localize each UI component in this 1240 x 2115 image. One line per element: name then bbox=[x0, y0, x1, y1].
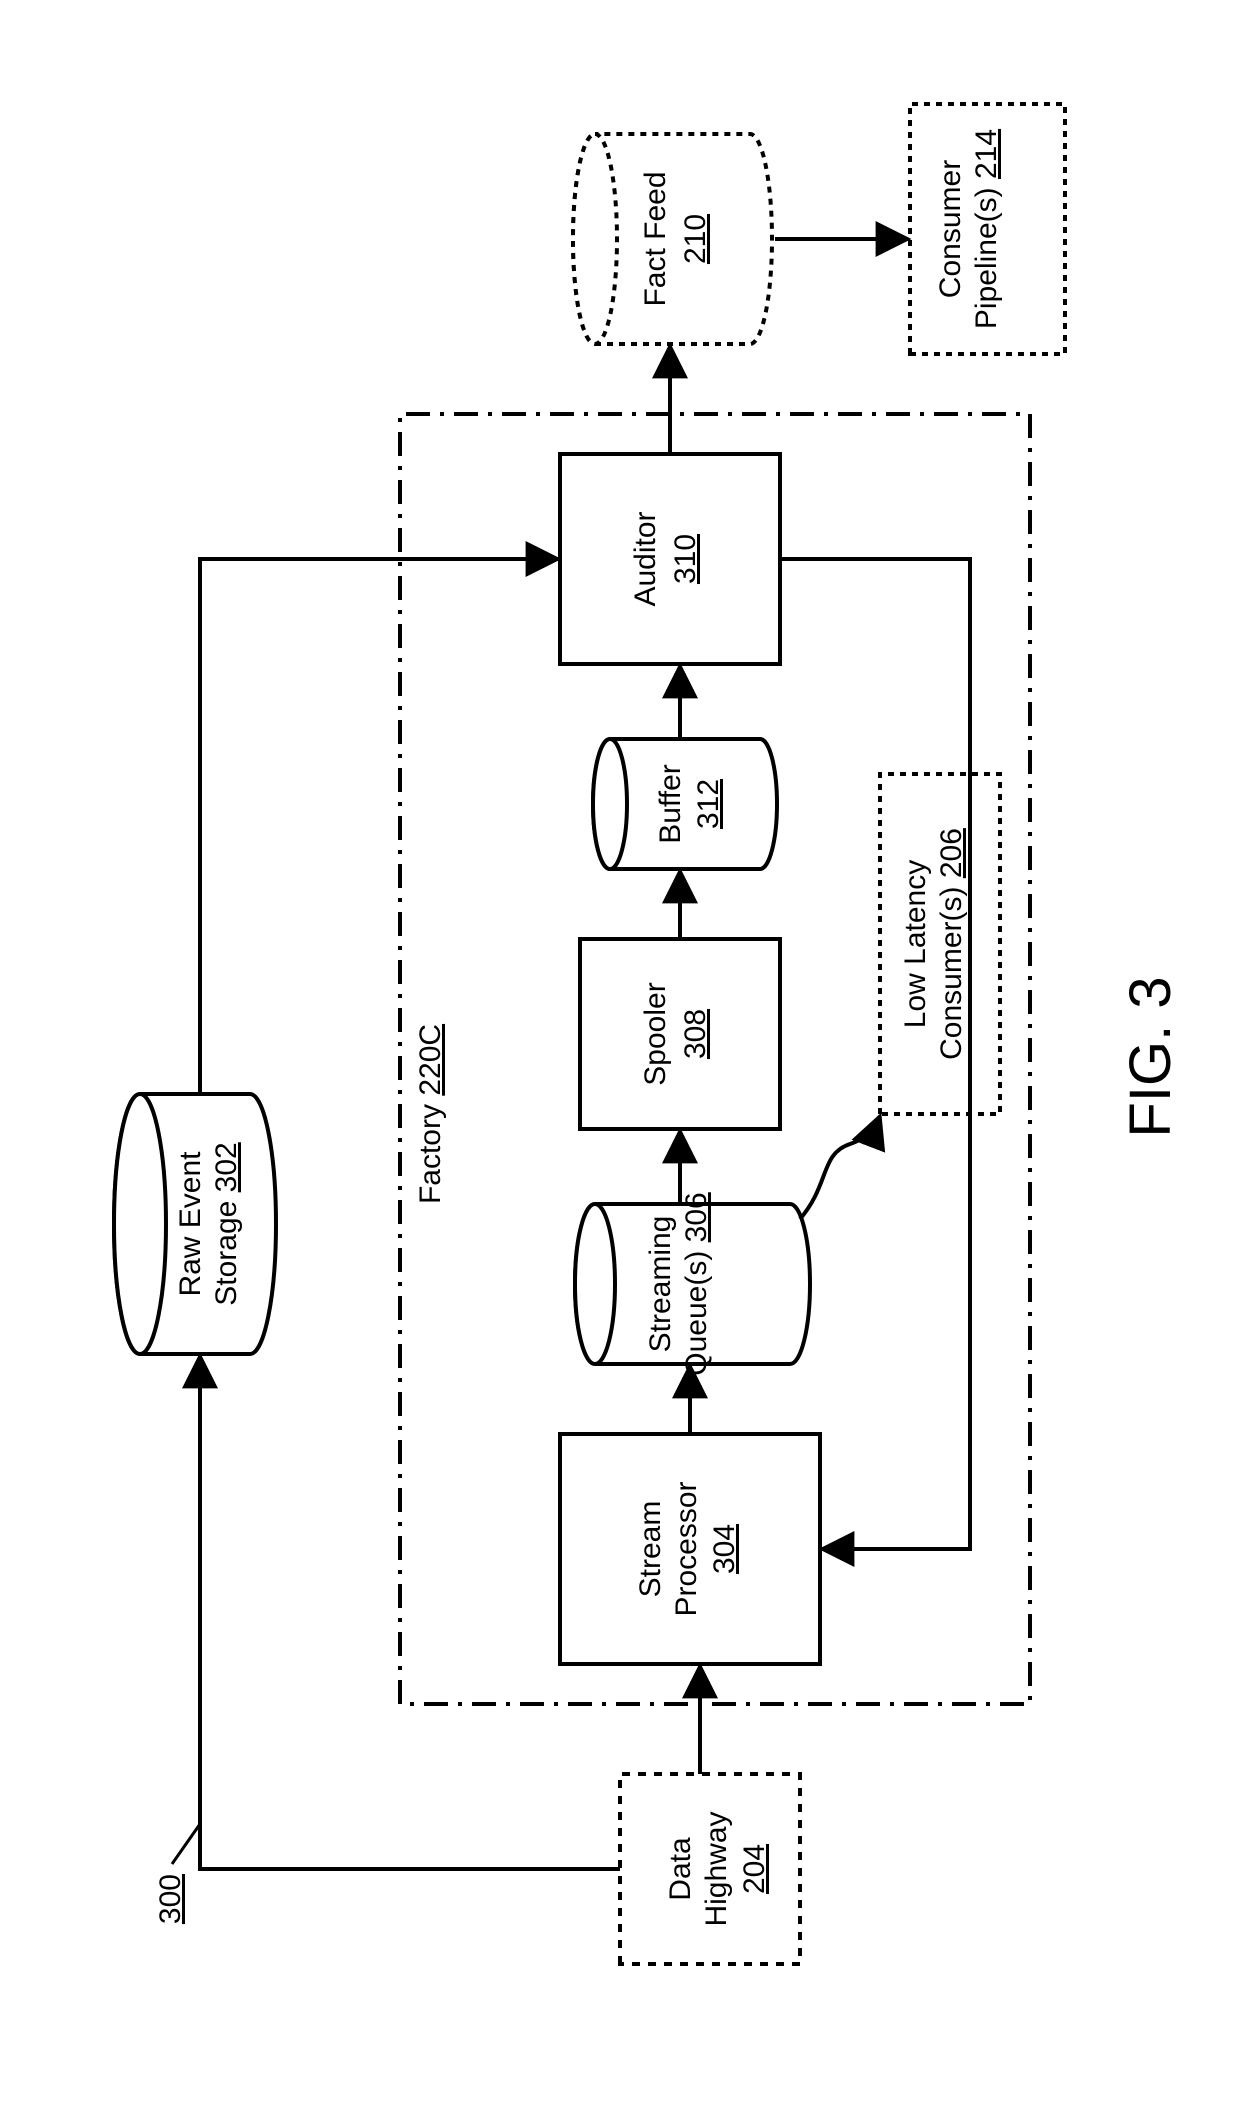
svg-text:Consumer(s): Consumer(s) 206 bbox=[935, 828, 968, 1060]
data-highway-label2: Highway bbox=[700, 1811, 733, 1926]
data-highway-label1: Data bbox=[664, 1837, 697, 1901]
stream-processor-label1: Stream bbox=[634, 1501, 667, 1598]
raw-event-storage-label1: Raw Event bbox=[174, 1151, 207, 1297]
stream-processor-label2: Processor bbox=[670, 1481, 703, 1616]
svg-text:Queue(s) 306: Queue(s) 306 bbox=[680, 1192, 713, 1375]
svg-text:Factory 220C: Factory 220C bbox=[414, 1024, 447, 1204]
diagram-ref: 300 bbox=[154, 1874, 187, 1924]
consumer-pipeline-label2: Pipeline(s) bbox=[970, 187, 1003, 329]
consumer-pipeline-label1: Consumer bbox=[934, 160, 967, 298]
spooler-label: Spooler bbox=[639, 982, 672, 1085]
stream-processor-node: Stream Processor 304 bbox=[560, 1434, 820, 1664]
raw-event-storage-node: Raw Event Storage 302 bbox=[114, 1094, 276, 1354]
svg-text:Pipeline(s): Pipeline(s) 214 bbox=[970, 129, 1003, 329]
raw-event-storage-label2: Storage bbox=[210, 1201, 243, 1306]
fact-feed-ref: 210 bbox=[679, 214, 712, 264]
arrow-queue-to-lowlatency bbox=[800, 1116, 880, 1219]
data-highway-ref: 204 bbox=[738, 1844, 771, 1894]
buffer-ref: 312 bbox=[692, 779, 725, 829]
auditor-ref: 310 bbox=[669, 534, 702, 584]
fact-feed-label: Fact Feed bbox=[639, 171, 672, 306]
streaming-queue-label1: Streaming bbox=[644, 1216, 677, 1353]
low-latency-ref: 206 bbox=[935, 828, 968, 878]
low-latency-label2: Consumer(s) bbox=[935, 887, 968, 1060]
auditor-node: Auditor 310 bbox=[560, 454, 780, 664]
factory-label: Factory bbox=[414, 1104, 447, 1204]
streaming-queue-node: Streaming Queue(s) 306 bbox=[575, 1192, 810, 1375]
stream-processor-ref: 304 bbox=[708, 1524, 741, 1574]
low-latency-consumer-node: Low Latency Consumer(s) 206 bbox=[880, 774, 1000, 1114]
auditor-label: Auditor bbox=[629, 511, 662, 606]
streaming-queue-ref: 306 bbox=[680, 1192, 713, 1242]
svg-text:Storage 302: Storage 302 bbox=[210, 1142, 243, 1305]
figure-caption: FIG. 3 bbox=[1118, 976, 1183, 1137]
consumer-pipeline-ref: 214 bbox=[970, 129, 1003, 179]
diagram-canvas: 300 Raw Event Storage 302 Data Highway 2… bbox=[0, 0, 1240, 2115]
spooler-node: Spooler 308 bbox=[580, 939, 780, 1129]
streaming-queue-label2: Queue(s) bbox=[680, 1251, 713, 1376]
buffer-node: Buffer 312 bbox=[593, 739, 777, 869]
arrow-datahwy-to-rawstorage bbox=[200, 1356, 620, 1869]
spooler-ref: 308 bbox=[679, 1009, 712, 1059]
arrow-rawstorage-to-auditor bbox=[200, 559, 558, 1094]
data-highway-node: Data Highway 204 bbox=[620, 1774, 800, 1964]
buffer-label: Buffer bbox=[654, 764, 687, 844]
low-latency-label1: Low Latency bbox=[899, 860, 932, 1028]
factory-ref: 220C bbox=[414, 1024, 447, 1096]
fact-feed-node: Fact Feed 210 bbox=[573, 134, 772, 344]
consumer-pipeline-node: Consumer Pipeline(s) 214 bbox=[910, 104, 1065, 354]
raw-event-storage-ref: 302 bbox=[210, 1142, 243, 1192]
